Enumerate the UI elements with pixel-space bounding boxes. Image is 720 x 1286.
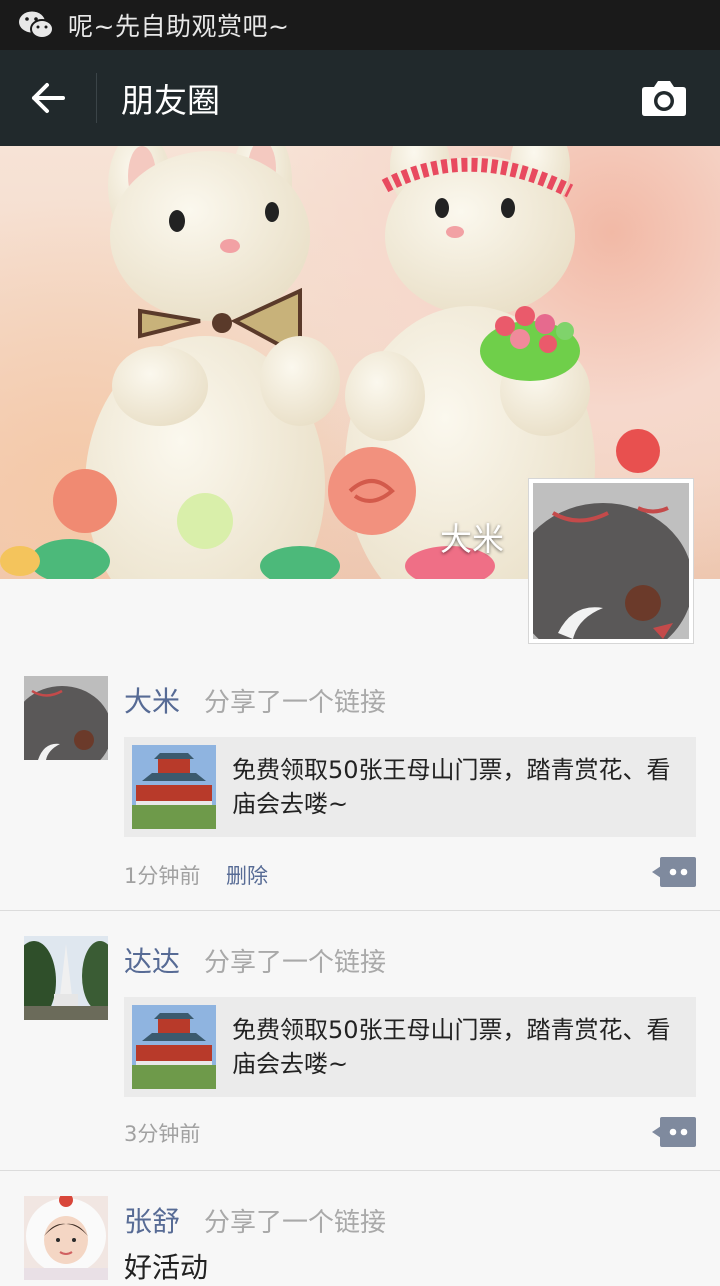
link-thumbnail [132, 1005, 216, 1089]
status-bar: 呢~先自助观赏吧~ [0, 0, 720, 50]
page-title: 朋友圈 [121, 81, 220, 120]
link-title: 免费领取50张王母山门票，踏青赏花、看庙会去喽~ [232, 1016, 671, 1078]
post-divider [0, 910, 720, 911]
feed-post: 张舒 分享了一个链接 好活动 [0, 1180, 720, 1284]
wechat-icon [19, 11, 54, 39]
post-author[interactable]: 张舒 [124, 1200, 180, 1240]
avatar-image [24, 1196, 108, 1280]
post-time: 3分钟前 [124, 1122, 201, 1146]
post-time: 1分钟前 [124, 864, 201, 888]
post-action: 分享了一个链接 [204, 688, 387, 718]
link-card[interactable]: 免费领取50张王母山门票，踏青赏花、看庙会去喽~ [124, 737, 696, 837]
post-author[interactable]: 大米 [124, 680, 180, 720]
avatar[interactable] [24, 676, 108, 760]
link-title: 免费领取50张王母山门票，踏青赏花、看庙会去喽~ [232, 756, 671, 818]
camera-button[interactable] [616, 50, 712, 146]
feed-post: 达达 分享了一个链接 免费领取50张王母山门票，踏青赏花、看庙会去喽~ 3分钟前 [0, 920, 720, 1170]
avatar-image [24, 676, 108, 760]
link-card[interactable]: 免费领取50张王母山门票，踏青赏花、看庙会去喽~ [124, 997, 696, 1097]
post-text: 好活动 [124, 1251, 209, 1284]
comment-icon[interactable] [652, 857, 696, 887]
profile-avatar[interactable] [528, 478, 694, 644]
app-header: 朋友圈 [0, 50, 720, 146]
camera-icon [642, 81, 686, 116]
avatar[interactable] [24, 936, 108, 1020]
feed-post: 大米 分享了一个链接 免费领取50张王母山门票，踏青赏花、看庙会去喽~ 1分钟前… [0, 660, 720, 910]
profile-name: 大米 [439, 520, 504, 558]
link-thumbnail [132, 745, 216, 829]
avatar-image [533, 483, 689, 639]
avatar[interactable] [24, 1196, 108, 1280]
post-action: 分享了一个链接 [204, 1208, 387, 1238]
back-button[interactable] [0, 50, 96, 146]
header-divider [96, 73, 97, 123]
post-action: 分享了一个链接 [204, 948, 387, 978]
temple-thumbnail [132, 1005, 216, 1089]
comment-icon[interactable] [652, 1117, 696, 1147]
temple-thumbnail [132, 745, 216, 829]
back-arrow-icon [32, 83, 65, 113]
post-divider [0, 1170, 720, 1171]
avatar-image [24, 936, 108, 1020]
post-author[interactable]: 达达 [124, 940, 180, 980]
delete-button[interactable]: 删除 [226, 860, 268, 890]
notification-text: 呢~先自助观赏吧~ [68, 12, 290, 41]
